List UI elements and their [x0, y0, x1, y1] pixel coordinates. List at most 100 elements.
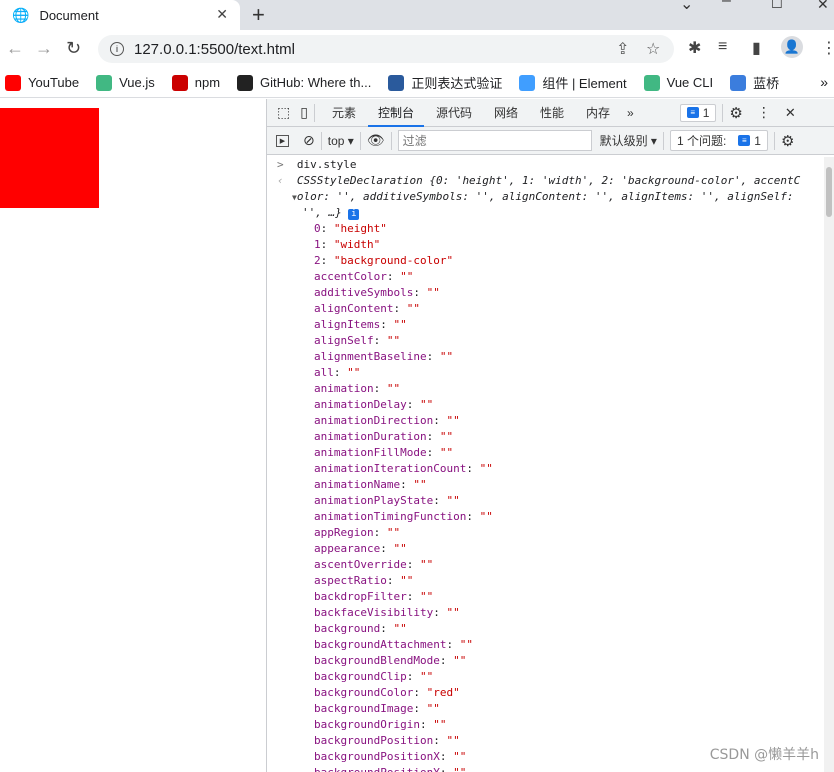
clear-console-icon[interactable]: ⊘ [303, 132, 315, 149]
bookmark-item[interactable]: npm [171, 74, 220, 91]
close-window-button[interactable]: ✕ [817, 0, 829, 13]
property-key: all [314, 366, 334, 379]
info-icon[interactable]: i [110, 42, 124, 56]
property-key: backgroundPositionX [314, 750, 440, 763]
property-value: "" [453, 654, 467, 667]
property-key: 1 [314, 238, 321, 251]
property-row: animation: "" [314, 382, 401, 395]
maximize-button[interactable]: ☐ [771, 0, 783, 12]
devtools-main-toolbar: ⬚ ▯ 元素 控制台 源代码 网络 性能 内存 » ≡ 1 ⚙ ⋮ ✕ [267, 99, 834, 127]
bookmark-item[interactable]: 正则表达式验证 [388, 73, 502, 92]
property-value: "red" [426, 686, 460, 699]
property-row: additiveSymbols: "" [314, 286, 440, 299]
bookmark-item[interactable]: YouTube [5, 74, 79, 91]
property-key: 0 [314, 222, 321, 235]
property-key: animation [314, 382, 374, 395]
devtools-tab[interactable]: 内存 [576, 99, 620, 127]
bookmark-item[interactable]: 蓝桥 [730, 73, 779, 92]
bookmark-item[interactable]: Vue CLI [643, 74, 713, 91]
messages-badge[interactable]: ≡ 1 [679, 103, 717, 122]
console-result-summary[interactable]: ‹ CSSStyleDeclaration {0: 'height', 1: '… [267, 173, 824, 189]
issue-icon: ≡ [738, 135, 751, 146]
log-level-select[interactable]: 默认级别 ▾ [600, 132, 657, 149]
property-row: backgroundOrigin: "" [314, 718, 447, 731]
property-row: backfaceVisibility: "" [314, 606, 460, 619]
property-value: "" [347, 366, 361, 379]
side-panel-icon[interactable]: ▮ [752, 38, 761, 58]
browser-tab[interactable]: 🌐 Document ✕ [0, 0, 240, 30]
property-key: appearance [314, 542, 381, 555]
property-value: "" [446, 494, 460, 507]
property-value: "" [386, 526, 401, 539]
devtools-tab[interactable]: 网络 [484, 99, 528, 127]
context-select[interactable]: top ▾ [328, 134, 354, 148]
expand-toggle[interactable]: ▼olor: '', additiveSymbols: '', alignCon… [267, 189, 824, 205]
info-badge-icon[interactable]: i [348, 209, 360, 220]
property-value: "" [419, 670, 434, 683]
summary-line-1: CSSStyleDeclaration {0: 'height', 1: 'wi… [296, 174, 801, 187]
property-row: backdropFilter: "" [314, 590, 434, 603]
property-key: animationName [314, 478, 401, 491]
bookmark-item[interactable]: Vue.js [96, 74, 155, 91]
property-row: aspectRatio: "" [314, 574, 414, 587]
settings-icon[interactable]: ⚙ [729, 104, 742, 122]
close-devtools-icon[interactable]: ✕ [785, 105, 796, 121]
new-tab-button[interactable]: + [252, 2, 265, 28]
issues-label: 1 个问题: [676, 134, 727, 148]
devtools-tab[interactable]: 源代码 [426, 99, 482, 127]
bookmark-item[interactable]: 组件 | Element [519, 73, 627, 92]
property-value: "" [400, 270, 414, 283]
property-key: backgroundImage [314, 702, 414, 715]
bookmark-item[interactable]: GitHub: Where th... [237, 74, 371, 91]
property-row: backgroundPositionY: "" [267, 765, 824, 772]
property-key: backdropFilter [314, 590, 407, 603]
property-value: "" [413, 478, 427, 491]
devtools-tab[interactable]: 元素 [322, 99, 366, 127]
property-row: backgroundColor: "red" [314, 686, 460, 699]
issues-button[interactable]: 1 个问题: ≡ 1 [669, 130, 768, 151]
console-output[interactable]: > div.style ‹ CSSStyleDeclaration {0: 'h… [267, 157, 824, 772]
console-settings-icon[interactable]: ⚙ [781, 132, 794, 150]
url-text[interactable]: 127.0.0.1:5500/text.html [134, 41, 295, 58]
filter-input[interactable] [397, 130, 592, 151]
bookmarks-bar: YouTube Vue.js npm GitHub: Where th... 正则表达式… [0, 68, 834, 98]
share-icon[interactable]: ⇪ [616, 39, 629, 59]
console-input-line: > div.style [277, 158, 357, 171]
media-icon[interactable]: ≡ [718, 38, 727, 56]
devtools-panel: ⬚ ▯ 元素 控制台 源代码 网络 性能 内存 » ≡ 1 ⚙ ⋮ ✕ ▶ ⊘ top ▾… [266, 99, 834, 772]
devtools-tab[interactable]: 控制台 [367, 99, 424, 127]
more-bookmarks-icon[interactable]: » [820, 74, 828, 90]
summary-line-2: olor: '', additiveSymbols: '', alignCont… [296, 190, 794, 203]
property-value: "" [419, 558, 434, 571]
console-scrollbar[interactable] [824, 157, 834, 772]
property-row: backgroundAttachment: "" [314, 638, 473, 651]
address-bar[interactable]: i 127.0.0.1:5500/text.html ⇪ ☆ [98, 35, 674, 63]
device-toolbar-icon[interactable]: ▯ [300, 104, 308, 121]
lanqiao-icon [730, 74, 747, 91]
bookmark-label: 组件 | Element [542, 76, 627, 91]
close-tab-icon[interactable]: ✕ [216, 6, 228, 23]
property-key: backgroundBlendMode [314, 654, 440, 667]
profile-avatar[interactable]: 👤 [781, 36, 803, 58]
inspect-element-icon[interactable]: ⬚ [277, 104, 290, 121]
back-button[interactable]: ← [6, 38, 24, 59]
extensions-icon[interactable]: ✱ [688, 38, 701, 58]
youtube-icon [5, 74, 21, 91]
star-icon[interactable]: ☆ [646, 39, 660, 59]
more-options-icon[interactable]: ⋮ [757, 104, 771, 121]
devtools-tab[interactable]: 性能 [530, 99, 574, 127]
npm-icon [171, 74, 188, 91]
forward-button[interactable]: → [35, 38, 53, 59]
reload-button[interactable]: ↻ [66, 38, 81, 59]
sidebar-toggle-icon[interactable]: ▶ [276, 134, 289, 147]
property-key: animationPlayState [314, 494, 434, 507]
live-expression-eye-icon[interactable]: 👁 [367, 132, 385, 149]
property-value: "" [459, 638, 473, 651]
property-key: alignContent [314, 302, 394, 315]
property-key: background [314, 622, 381, 635]
property-row: alignContent: "" [314, 302, 420, 315]
more-tabs-icon[interactable]: » [627, 106, 634, 120]
tab-search-icon[interactable]: ⌄ [680, 0, 693, 14]
minimize-button[interactable]: – [722, 0, 731, 10]
menu-icon[interactable]: ⋮ [821, 38, 834, 58]
